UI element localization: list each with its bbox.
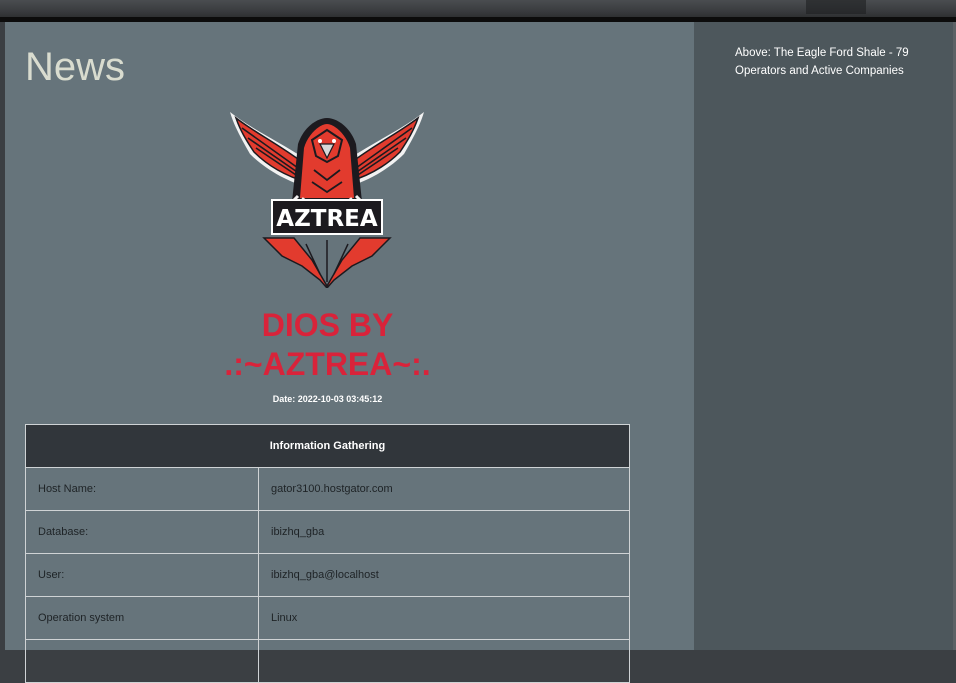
dios-date: Date: 2022-10-03 03:45:12	[272, 394, 383, 404]
row-value: ibizhq_gba@localhost	[258, 553, 630, 597]
row-label: Host Name:	[25, 467, 259, 511]
table-header-row: Information Gathering	[25, 424, 630, 468]
dios-heading: DIOS BY .:~AZTREA~:.	[195, 306, 460, 384]
row-label: Database:	[25, 510, 259, 554]
dios-heading-line-1: DIOS BY	[261, 307, 394, 343]
header-banner	[0, 0, 956, 18]
table-row: Host Name: gator3100.hostgator.com	[25, 467, 630, 511]
table-row	[25, 639, 630, 683]
dios-heading-line-2: .:~AZTREA~:.	[224, 346, 431, 382]
row-value: ibizhq_gba	[258, 510, 630, 554]
table-row: Database: ibizhq_gba	[25, 510, 630, 554]
sidebar	[694, 22, 953, 650]
row-label: User:	[25, 553, 259, 597]
row-label	[25, 639, 259, 683]
row-value: gator3100.hostgator.com	[258, 467, 630, 511]
row-value	[258, 639, 630, 683]
table-row: User: ibizhq_gba@localhost	[25, 553, 630, 597]
table-row: Operation system Linux	[25, 596, 630, 640]
logo-text: AZTREA	[276, 206, 378, 232]
sidebar-caption: Above: The Eagle Ford Shale - 79 Operato…	[735, 47, 909, 77]
row-label: Operation system	[25, 596, 259, 640]
aztrea-eagle-logo: AZTREA	[230, 112, 424, 288]
information-gathering-table: Information Gathering Host Name: gator31…	[25, 424, 630, 683]
page-title: News	[25, 45, 126, 89]
row-value: Linux	[258, 596, 630, 640]
table-header: Information Gathering	[25, 424, 630, 468]
